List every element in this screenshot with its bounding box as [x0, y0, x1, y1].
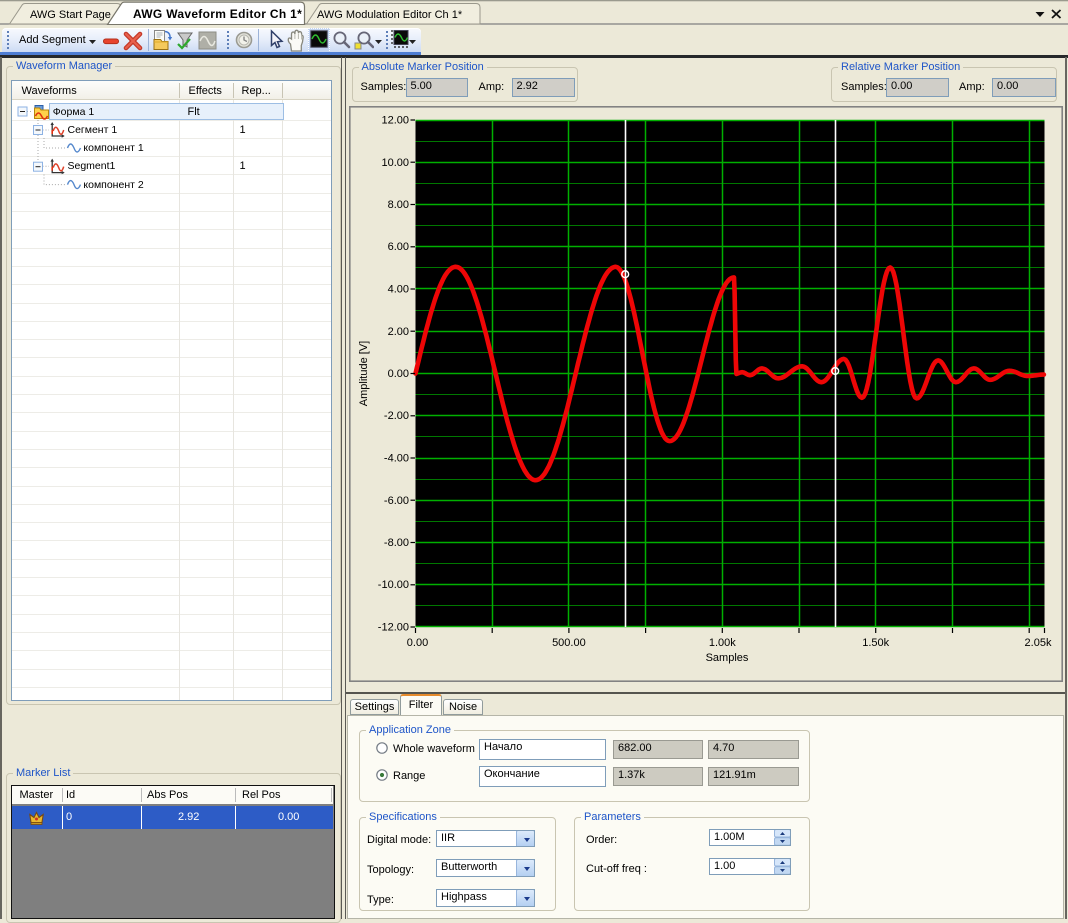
svg-text:-10.00: -10.00	[378, 579, 409, 591]
svg-text:AWG Start Page: AWG Start Page	[30, 9, 111, 21]
svg-text:1.00k: 1.00k	[709, 637, 736, 649]
svg-text:6.00: 6.00	[388, 241, 409, 253]
svg-text:-8.00: -8.00	[384, 537, 409, 549]
svg-text:-12.00: -12.00	[378, 622, 409, 634]
svg-text:0.00: 0.00	[407, 637, 428, 649]
svg-text:Amplitude [V]: Amplitude [V]	[358, 341, 370, 406]
svg-text:12.00: 12.00	[381, 115, 409, 127]
svg-text:2.00: 2.00	[388, 326, 409, 338]
svg-text:1.50k: 1.50k	[862, 637, 889, 649]
svg-text:8.00: 8.00	[388, 199, 409, 211]
svg-text:Samples: Samples	[706, 652, 749, 664]
svg-text:AWG Waveform Editor Ch 1*: AWG Waveform Editor Ch 1*	[133, 7, 302, 21]
svg-text:2.05k: 2.05k	[1025, 637, 1052, 649]
svg-text:10.00: 10.00	[381, 157, 409, 169]
svg-text:AWG Modulation Editor Ch 1*: AWG Modulation Editor Ch 1*	[317, 9, 463, 21]
svg-text:-6.00: -6.00	[384, 495, 409, 507]
svg-text:4.00: 4.00	[388, 284, 409, 296]
svg-text:0.00: 0.00	[388, 368, 409, 380]
svg-text:500.00: 500.00	[552, 637, 586, 649]
svg-text:-2.00: -2.00	[384, 410, 409, 422]
svg-text:-4.00: -4.00	[384, 453, 409, 465]
